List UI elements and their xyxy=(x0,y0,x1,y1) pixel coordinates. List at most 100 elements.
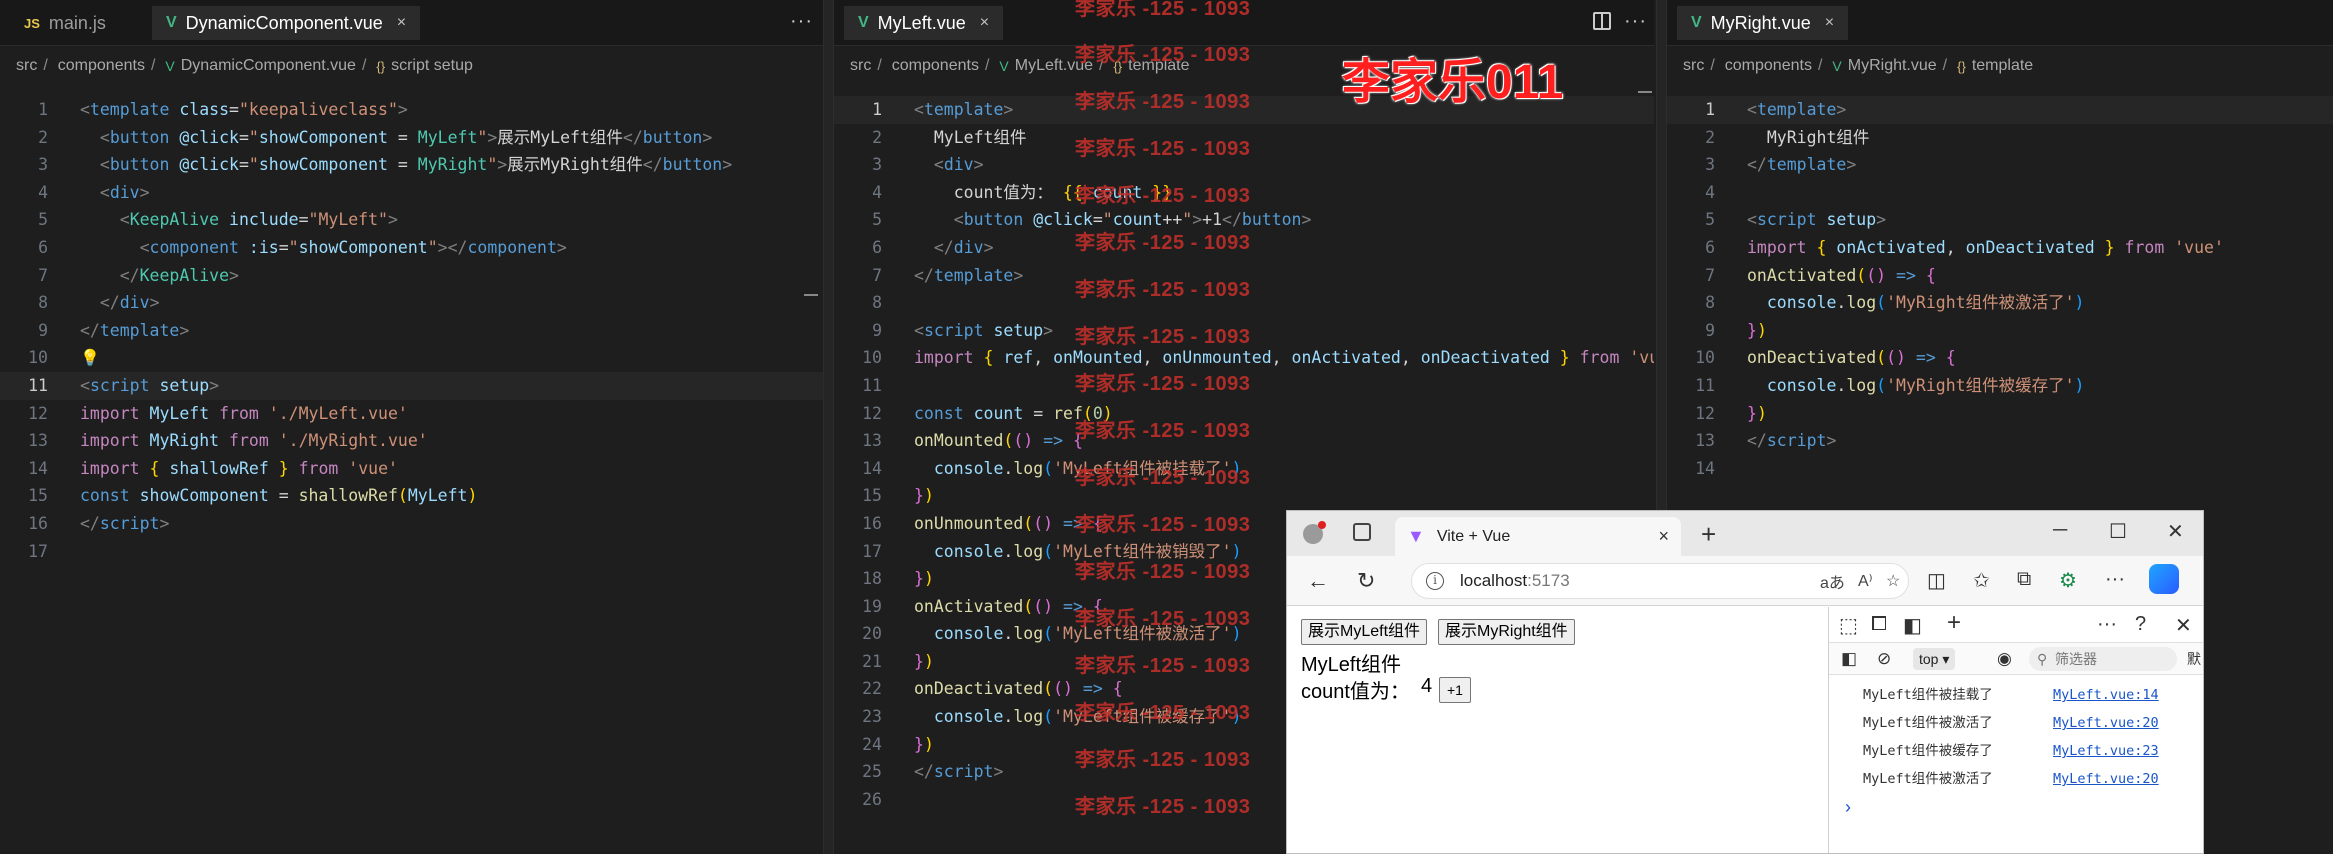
more-actions-icon[interactable]: ··· xyxy=(790,10,813,33)
breadcrumb-item[interactable]: script setup xyxy=(391,57,473,75)
log-source-link[interactable]: MyLeft.vue:20 xyxy=(2053,709,2159,737)
vue-file-icon: V xyxy=(1691,14,1702,31)
breadcrumb: src / components / V DynamicComponent.vue / … xyxy=(16,54,473,78)
devtools-panel: ⬚ ⧠ ◧ + ··· ? ✕ ◧ ⊘ top ▾ ◉ ⚲ 筛选器 默 MyLef… xyxy=(1828,607,2203,853)
breadcrumb-separator: / xyxy=(877,57,882,74)
more-actions-icon[interactable]: ··· xyxy=(1624,10,1647,33)
site-info-icon[interactable]: i xyxy=(1426,572,1444,590)
profile-icon[interactable] xyxy=(1303,521,1326,544)
help-icon[interactable]: ? xyxy=(2135,613,2146,636)
minimize-icon[interactable]: ─ xyxy=(2053,519,2067,542)
device-toolbar-icon[interactable]: ⧠ xyxy=(1871,613,1887,636)
code-line: 14 import { shallowRef } from 'vue' xyxy=(28,458,398,478)
add-panel-icon[interactable]: + xyxy=(1947,609,1961,637)
breadcrumb-item[interactable]: template xyxy=(1972,57,2033,75)
browser-title-bar: ▼ Vite + Vue × + ─ ☐ ✕ xyxy=(1287,511,2203,556)
tab-myleft-vue[interactable]: V MyLeft.vue × xyxy=(844,6,1004,40)
new-tab-button[interactable]: + xyxy=(1701,519,1716,550)
code-line: 15 const showComponent = shallowRef(MyLef… xyxy=(28,486,478,506)
code-line: 16 </script> xyxy=(28,513,170,533)
code-line: 12 import MyLeft from './MyLeft.vue' xyxy=(28,403,408,423)
levels-dropdown[interactable]: 默 xyxy=(2187,649,2201,669)
vue-file-icon: V xyxy=(1832,58,1842,74)
code-editor[interactable]: 1 <template class="keepaliveclass"> 2 <bu… xyxy=(0,96,823,565)
lightbulb-icon[interactable]: 💡 xyxy=(80,344,100,372)
breadcrumb-item[interactable]: components xyxy=(892,57,979,75)
close-icon[interactable]: ✕ xyxy=(2175,613,2192,638)
tab-dynamic-component-vue[interactable]: V DynamicComponent.vue × xyxy=(152,6,421,40)
tab-myright-vue[interactable]: V MyRight.vue × xyxy=(1677,6,1849,40)
console-filter-input[interactable]: ⚲ 筛选器 xyxy=(2029,647,2177,671)
code-line: 2 MyRight组件 xyxy=(1705,127,1870,147)
symbol-scope-icon: {} xyxy=(376,58,386,74)
breadcrumb-item[interactable]: src xyxy=(850,57,871,75)
breadcrumb-item[interactable]: components xyxy=(58,57,145,75)
log-message: MyLeft组件被缓存了 xyxy=(1863,743,1993,759)
log-source-link[interactable]: MyLeft.vue:23 xyxy=(2053,737,2159,765)
sidebar-toggle-icon[interactable]: ◧ xyxy=(1841,649,1857,669)
breadcrumb-item[interactable]: MyRight.vue xyxy=(1848,57,1937,75)
breadcrumb-item[interactable]: DynamicComponent.vue xyxy=(181,57,356,75)
code-editor[interactable]: 1 <template> 2 MyRight组件 3 </template> 4 5… xyxy=(1667,96,2333,482)
minimap-marker xyxy=(804,294,818,296)
pane-divider[interactable] xyxy=(823,0,834,854)
copilot-icon[interactable] xyxy=(2149,564,2179,594)
show-myright-button[interactable]: 展示MyRight组件 xyxy=(1438,619,1575,645)
close-icon[interactable]: × xyxy=(1825,14,1834,32)
tab-actions-icon[interactable] xyxy=(1353,523,1371,541)
show-myleft-button[interactable]: 展示MyLeft组件 xyxy=(1301,619,1428,645)
translate-icon[interactable]: aあ xyxy=(1820,569,1845,593)
breadcrumb-item[interactable]: src xyxy=(16,57,37,75)
log-message: MyLeft组件被挂载了 xyxy=(1863,687,1993,703)
refresh-icon[interactable]: ↻ xyxy=(1357,568,1375,594)
split-editor-icon[interactable] xyxy=(1593,12,1611,30)
more-icon[interactable]: ··· xyxy=(2105,568,2125,591)
console-log-row: MyLeft组件被激活了 MyLeft.vue:20 xyxy=(1829,765,2203,793)
tab-label: main.js xyxy=(48,12,106,33)
log-source-link[interactable]: MyLeft.vue:14 xyxy=(2053,681,2159,709)
log-source-link[interactable]: MyLeft.vue:20 xyxy=(2053,765,2159,793)
close-icon[interactable]: × xyxy=(397,14,406,32)
live-expression-icon[interactable]: ◉ xyxy=(1997,649,2012,669)
context-selector[interactable]: top ▾ xyxy=(1913,648,1956,670)
code-line: 10 💡 xyxy=(0,344,823,372)
vue-file-icon: V xyxy=(999,58,1009,74)
javascript-file-icon: JS xyxy=(24,15,40,31)
favorite-star-icon[interactable]: ☆ xyxy=(1886,571,1900,591)
watermark-text: 李家乐 -125 - 1093 xyxy=(1075,796,1251,818)
address-bar[interactable]: i localhost:5173 aあ A⁾ ☆ xyxy=(1411,563,1909,599)
back-icon[interactable]: ← xyxy=(1307,568,1329,594)
collections-icon[interactable]: ⧉ xyxy=(2017,568,2031,591)
increment-button[interactable]: +1 xyxy=(1439,677,1471,703)
extension-icon[interactable]: ⚙ xyxy=(2059,568,2077,593)
code-line: 4 xyxy=(1705,182,1715,202)
breadcrumb-separator: / xyxy=(1817,57,1823,74)
clear-console-icon[interactable]: ⊘ xyxy=(1877,649,1891,669)
browser-tab[interactable]: ▼ Vite + Vue × xyxy=(1395,517,1681,556)
browser-toolbar: ← ↻ i localhost:5173 aあ A⁾ ☆ ◫ ✩ ⧉ ⚙ ··· xyxy=(1287,556,2203,606)
tab-main-js[interactable]: JS main.js xyxy=(10,6,120,40)
breadcrumb-item[interactable]: components xyxy=(1725,57,1812,75)
close-icon[interactable]: × xyxy=(980,14,989,32)
watermark-text: 李家乐 -125 - 1093 xyxy=(1075,749,1251,771)
url-host: localhost xyxy=(1460,571,1528,590)
split-screen-icon[interactable]: ◫ xyxy=(1927,568,1946,593)
watermark-text: 李家乐 -125 - 1093 xyxy=(1075,420,1251,442)
more-icon[interactable]: ··· xyxy=(2097,613,2117,636)
window-close-icon[interactable]: ✕ xyxy=(2167,519,2184,544)
code-line: 17 xyxy=(28,541,48,561)
read-aloud-icon[interactable]: A⁾ xyxy=(1858,571,1873,591)
inspect-icon[interactable]: ⬚ xyxy=(1839,613,1858,638)
breadcrumb-item[interactable]: src xyxy=(1683,57,1704,75)
console-prompt[interactable]: › xyxy=(1845,797,1851,818)
code-line-current: 1 <template> xyxy=(1667,96,2333,124)
breadcrumb-separator: / xyxy=(1710,57,1715,74)
favorites-icon[interactable]: ✩ xyxy=(1973,568,1990,593)
console-log-row: MyLeft组件被挂载了 MyLeft.vue:14 xyxy=(1829,681,2203,709)
tab-label: MyLeft.vue xyxy=(877,12,966,33)
code-line: 9 </template> xyxy=(38,320,190,340)
close-icon[interactable]: × xyxy=(1658,526,1669,547)
code-line: 8 console.log('MyRight组件被激活了') xyxy=(1705,293,2085,313)
maximize-icon[interactable]: ☐ xyxy=(2109,519,2127,544)
panel-layout-icon[interactable]: ◧ xyxy=(1903,613,1922,638)
